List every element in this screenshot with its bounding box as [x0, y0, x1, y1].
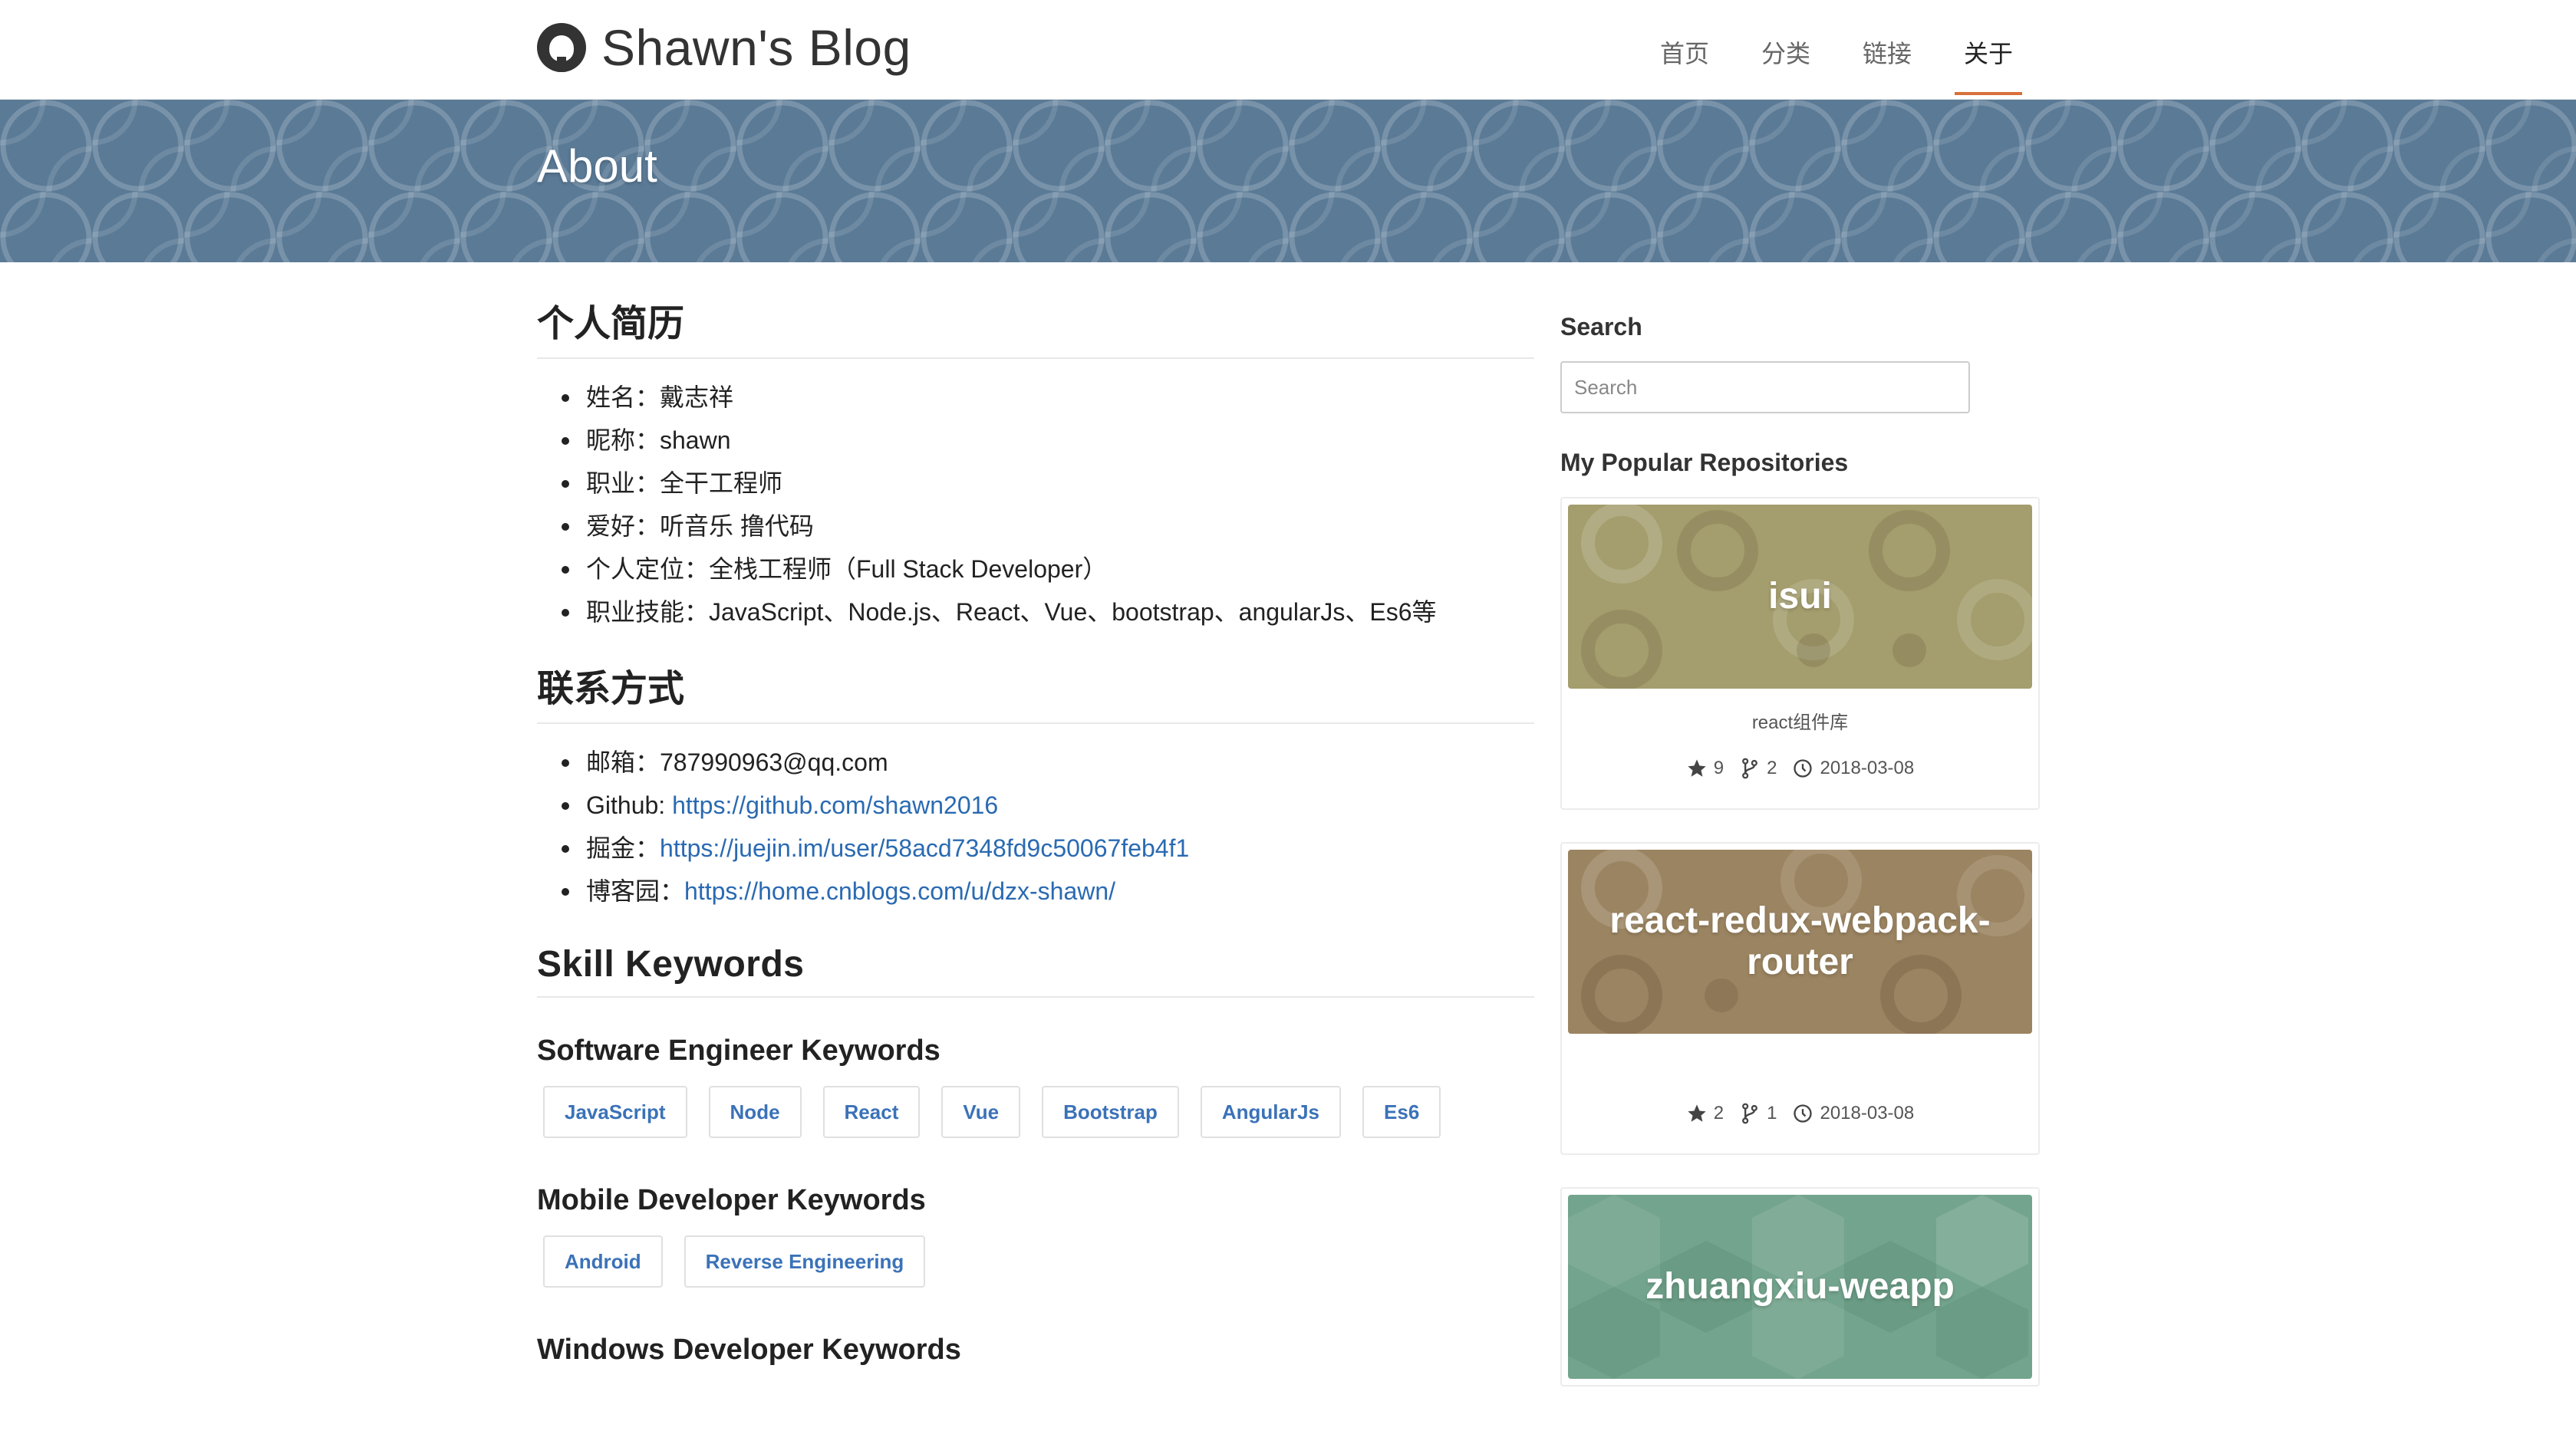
repos-heading: My Popular Repositories — [1560, 449, 1849, 476]
repo-cover: isui — [1568, 505, 2032, 689]
skills-heading: Skill Keywords — [537, 913, 1534, 998]
forks-count: 1 — [1767, 1103, 1777, 1123]
cnblogs-link[interactable]: https://home.cnblogs.com/u/dzx-shawn/ — [684, 877, 1115, 905]
clock-icon — [1794, 759, 1813, 778]
repo-forks: 1 — [1739, 1103, 1777, 1124]
nav-categories[interactable]: 分类 — [1735, 0, 1836, 95]
stars-count: 2 — [1713, 1103, 1724, 1123]
page-title: About — [537, 140, 657, 192]
list-item: 爱好：听音乐 撸代码 — [551, 505, 1534, 548]
repo-cover: zhuangxiu-weapp — [1568, 1195, 2032, 1379]
list-item: 昵称：shawn — [551, 419, 1534, 462]
list-item: 个人定位：全栈工程师（Full Stack Developer） — [551, 548, 1534, 590]
main-nav: 首页 分类 链接 关于 — [1634, 0, 2039, 95]
updated-date: 2018-03-08 — [1820, 1103, 1915, 1123]
github-item: Github: https://github.com/shawn2016 — [551, 784, 1534, 827]
repo-card-zhuangxiu-weapp[interactable]: zhuangxiu-weapp — [1560, 1187, 2040, 1387]
email-item: 邮箱：787990963@qq.com — [551, 741, 1534, 784]
list-item: 姓名：戴志祥 — [551, 376, 1534, 419]
brand[interactable]: Shawn's Blog — [537, 17, 911, 78]
sidebar: Search Search My Popular Repositories is… — [1560, 262, 2040, 1419]
updated-date: 2018-03-08 — [1820, 758, 1915, 778]
tag-node[interactable]: Node — [708, 1086, 802, 1138]
fork-icon — [1742, 1103, 1758, 1124]
repo-cover: react-redux-webpack-router — [1568, 850, 2032, 1034]
forks-count: 2 — [1767, 758, 1777, 778]
software-tags: JavaScript Node React Vue Bootstrap Angu… — [543, 1086, 1534, 1153]
contact-heading: 联系方式 — [537, 633, 1534, 724]
tag-android[interactable]: Android — [543, 1235, 663, 1288]
software-keywords-heading: Software Engineer Keywords — [537, 1035, 940, 1067]
banner-pattern — [0, 100, 2576, 262]
repo-description — [1568, 1034, 2032, 1103]
tag-javascript[interactable]: JavaScript — [543, 1086, 687, 1138]
tag-angularjs[interactable]: AngularJs — [1200, 1086, 1342, 1138]
repo-date: 2018-03-08 — [1792, 758, 1914, 779]
github-icon — [537, 23, 586, 72]
main-content: 个人简历 姓名：戴志祥 昵称：shawn 职业：全干工程师 爱好：听音乐 撸代码… — [537, 262, 1534, 1385]
repo-name[interactable]: react-redux-webpack-router — [1568, 900, 2032, 983]
juejin-link[interactable]: https://juejin.im/user/58acd7348fd9c5006… — [660, 834, 1189, 862]
repo-meta: 9 2 2018-03-08 — [1568, 758, 2032, 802]
repo-meta: 2 1 2018-03-08 — [1568, 1103, 2032, 1147]
tag-es6[interactable]: Es6 — [1362, 1086, 1441, 1138]
tag-reverse-engineering[interactable]: Reverse Engineering — [684, 1235, 926, 1288]
repo-card-react-redux-webpack-router[interactable]: react-redux-webpack-router 2 1 2018-03-0… — [1560, 842, 2040, 1155]
juejin-label: 掘金： — [586, 834, 660, 862]
star-icon — [1688, 759, 1706, 777]
cnblogs-label: 博客园： — [586, 877, 685, 905]
list-item: 职业技能：JavaScript、Node.js、React、Vue、bootst… — [551, 590, 1534, 633]
tag-react[interactable]: React — [822, 1086, 921, 1138]
nav-about[interactable]: 关于 — [1938, 0, 2039, 95]
nav-home[interactable]: 首页 — [1634, 0, 1735, 95]
windows-keywords-heading: Windows Developer Keywords — [537, 1334, 961, 1366]
repo-stars: 9 — [1686, 758, 1724, 779]
search-input[interactable]: Search — [1560, 361, 1970, 413]
repo-description: react组件库 — [1751, 712, 1849, 733]
cnblogs-item: 博客园：https://home.cnblogs.com/u/dzx-shawn… — [551, 870, 1534, 913]
list-item: 职业：全干工程师 — [551, 462, 1534, 505]
mobile-keywords-heading: Mobile Developer Keywords — [537, 1184, 926, 1216]
nav-links[interactable]: 链接 — [1836, 0, 1938, 95]
fork-icon — [1742, 758, 1758, 779]
tag-vue[interactable]: Vue — [941, 1086, 1021, 1138]
resume-list: 姓名：戴志祥 昵称：shawn 职业：全干工程师 爱好：听音乐 撸代码 个人定位… — [551, 376, 1534, 633]
page-banner: About — [0, 100, 2576, 262]
juejin-item: 掘金：https://juejin.im/user/58acd7348fd9c5… — [551, 827, 1534, 870]
site-header: Shawn's Blog 首页 分类 链接 关于 — [0, 0, 2576, 100]
github-label: Github: — [586, 791, 673, 819]
contact-list: 邮箱：787990963@qq.com Github: https://gith… — [551, 741, 1534, 913]
github-link[interactable]: https://github.com/shawn2016 — [672, 791, 998, 819]
star-icon — [1688, 1104, 1706, 1122]
repo-forks: 2 — [1739, 758, 1777, 779]
repo-date: 2018-03-08 — [1792, 1103, 1914, 1124]
clock-icon — [1794, 1104, 1813, 1123]
repo-name[interactable]: zhuangxiu-weapp — [1622, 1266, 1978, 1308]
repo-stars: 2 — [1686, 1103, 1724, 1124]
repo-card-isui[interactable]: isui react组件库 9 2 2018-03-08 — [1560, 497, 2040, 810]
mobile-tags: Android Reverse Engineering — [543, 1235, 1534, 1303]
search-heading: Search — [1560, 313, 1642, 340]
repo-name[interactable]: isui — [1745, 576, 1855, 617]
tag-bootstrap[interactable]: Bootstrap — [1042, 1086, 1179, 1138]
stars-count: 9 — [1713, 758, 1724, 778]
site-title[interactable]: Shawn's Blog — [601, 18, 911, 77]
resume-heading: 个人简历 — [537, 262, 1534, 359]
